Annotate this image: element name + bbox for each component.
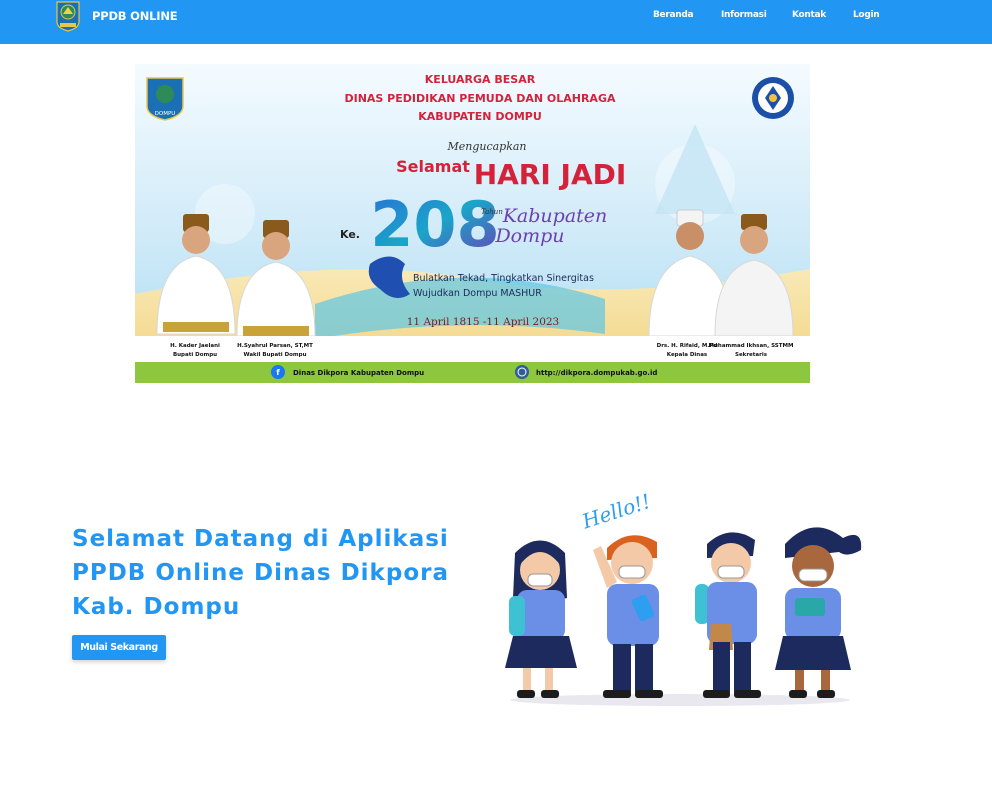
student-boy-with-bag	[695, 532, 761, 698]
svg-text:Dompu: Dompu	[494, 225, 564, 247]
nav-link-beranda[interactable]: Beranda	[653, 10, 694, 20]
svg-text:Kepala Dinas: Kepala Dinas	[667, 352, 708, 358]
svg-text:Dinas Dikpora Kabupaten Dompu: Dinas Dikpora Kabupaten Dompu	[293, 369, 424, 377]
svg-text:DOMPU: DOMPU	[155, 111, 176, 117]
navbar: PPDB ONLINE Beranda Informasi Kontak Log…	[0, 0, 992, 44]
banner-logo-right	[752, 77, 794, 119]
svg-text:Kabupaten: Kabupaten	[502, 205, 608, 227]
student-girl-left	[505, 540, 577, 698]
hero-title: Selamat Datang di Aplikasi PPDB Online D…	[72, 526, 449, 620]
svg-text:208: 208	[370, 188, 499, 261]
svg-text:KELUARGA BESAR: KELUARGA BESAR	[425, 73, 536, 86]
svg-text:Selamat: Selamat	[396, 157, 470, 176]
banner-logo-left: DOMPU	[146, 77, 184, 121]
brand-title: PPDB ONLINE	[92, 9, 178, 23]
svg-text:Sekretaris: Sekretaris	[735, 352, 768, 358]
svg-text:Ke.: Ke.	[340, 228, 360, 241]
svg-text:11 April 1815 -11 April 2023: 11 April 1815 -11 April 2023	[407, 316, 559, 328]
hello-text: Hello!!	[578, 489, 653, 534]
start-now-button[interactable]: Mulai Sekarang	[72, 635, 166, 660]
globe-icon	[515, 365, 529, 379]
svg-text:DINAS PEDIDIKAN PEMUDA DAN OLA: DINAS PEDIDIKAN PEMUDA DAN OLAHRAGA	[344, 92, 615, 105]
dompu-regency-logo-icon	[56, 1, 80, 32]
svg-text:Bupati Dompu: Bupati Dompu	[173, 352, 217, 358]
student-boy-waving	[593, 535, 663, 698]
students-with-masks-illustration: Hello!!	[505, 489, 862, 706]
svg-text:H. Kader Jaelani: H. Kader Jaelani	[170, 343, 220, 349]
svg-text:Bulatkan Tekad, Tingkatkan Sin: Bulatkan Tekad, Tingkatkan Sinergitas	[413, 273, 594, 284]
svg-text:f: f	[276, 368, 280, 377]
anniversary-banner: DOMPU KELUARGA BESAR DINAS PEDIDIKAN PEM…	[135, 64, 810, 383]
svg-text:http://dikpora.dompukab.go.id: http://dikpora.dompukab.go.id	[536, 369, 657, 377]
svg-text:H.Syahrul Parsan, ST,MT: H.Syahrul Parsan, ST,MT	[237, 343, 313, 349]
nav-link-informasi[interactable]: Informasi	[721, 10, 767, 20]
svg-text:Wujudkan Dompu MASHUR: Wujudkan Dompu MASHUR	[413, 288, 542, 299]
anniversary-banner-image: DOMPU KELUARGA BESAR DINAS PEDIDIKAN PEM…	[135, 64, 810, 383]
nav-link-kontak[interactable]: Kontak	[792, 10, 826, 20]
svg-text:KABUPATEN DOMPU: KABUPATEN DOMPU	[418, 110, 542, 123]
svg-text:Wakil Bupati Dompu: Wakil Bupati Dompu	[243, 352, 306, 358]
svg-text:Tahun: Tahun	[481, 208, 503, 216]
svg-text:HARI JADI: HARI JADI	[474, 158, 627, 191]
student-girl-right	[775, 527, 862, 698]
svg-text:Muhammad Ikhsan, SSTMM: Muhammad Ikhsan, SSTMM	[709, 343, 794, 349]
nav-link-login[interactable]: Login	[853, 10, 880, 20]
svg-text:Mengucapkan: Mengucapkan	[446, 140, 526, 153]
brand[interactable]: PPDB ONLINE	[55, 0, 178, 32]
